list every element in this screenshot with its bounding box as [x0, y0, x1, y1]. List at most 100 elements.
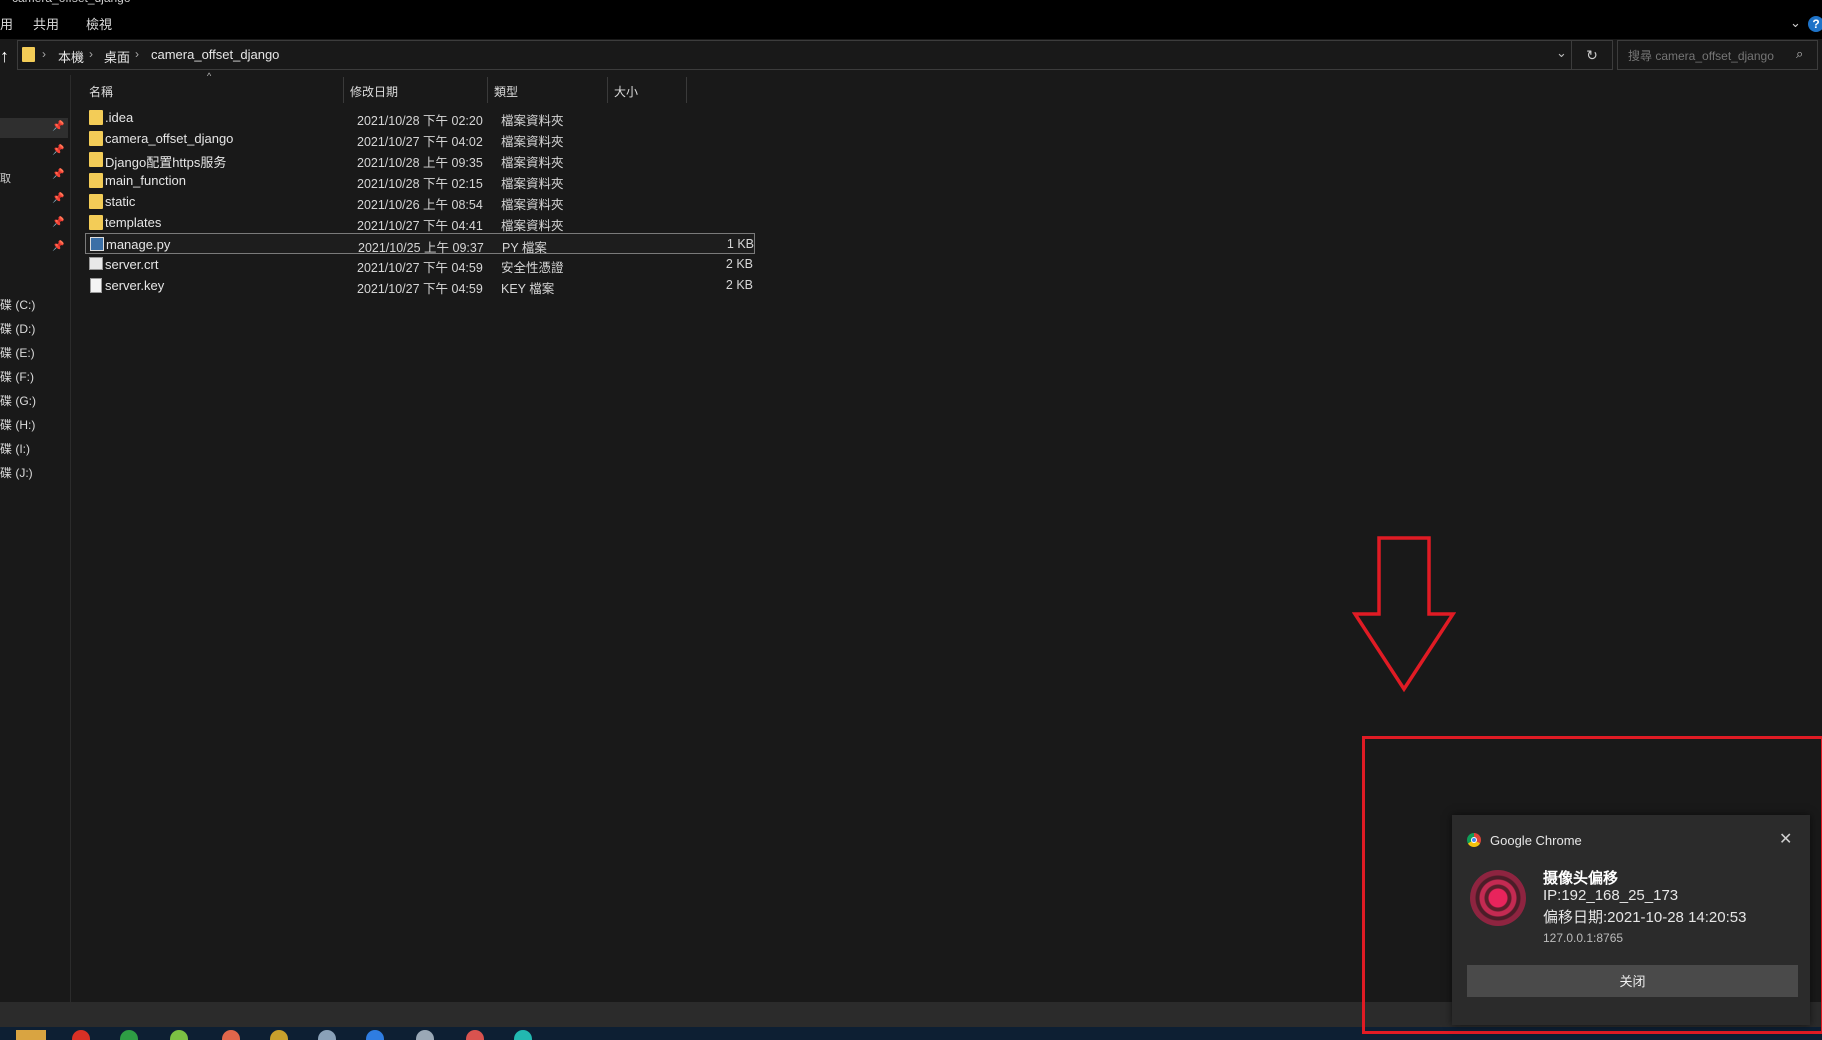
column-divider[interactable] [607, 77, 608, 103]
help-icon[interactable]: ? [1808, 16, 1822, 32]
breadcrumb-desktop[interactable]: 桌面 [104, 47, 130, 66]
file-date: 2021/10/27 下午 04:59 [357, 261, 483, 275]
search-box[interactable]: ⌕ [1617, 40, 1818, 70]
column-divider[interactable] [487, 77, 488, 103]
title-bar: camera_offset_django [0, 0, 1822, 7]
app-taskbar-icon[interactable] [72, 1030, 90, 1040]
file-date: 2021/10/27 下午 04:59 [357, 282, 483, 296]
chevron-right-icon: › [89, 47, 93, 61]
app-taskbar-icon[interactable] [416, 1030, 434, 1040]
file-type: 檔案資料夾 [501, 177, 564, 191]
file-date: 2021/10/28 下午 02:15 [357, 177, 483, 191]
tab-view[interactable]: 檢視 [86, 14, 112, 33]
pin-icon: 📌 [52, 145, 65, 156]
close-button[interactable]: 关闭 [1467, 965, 1798, 997]
file-row[interactable]: camera_offset_django 2021/10/27 下午 04:02… [85, 128, 755, 149]
refresh-icon[interactable]: ↻ [1571, 41, 1612, 69]
quick-access-label[interactable]: 取 [0, 170, 11, 186]
ribbon: 用 共用 檢視 ⌄ ? [0, 7, 1822, 39]
file-row[interactable]: server.crt 2021/10/27 下午 04:59 安全性憑證 2 K… [85, 254, 755, 275]
tab-partial[interactable]: 用 [0, 14, 13, 33]
nav-drive-h[interactable]: 碟 (H:) [0, 416, 35, 433]
notification-origin: 127.0.0.1:8765 [1543, 931, 1624, 945]
nav-drive-e[interactable]: 碟 (E:) [0, 344, 35, 361]
close-icon[interactable]: ✕ [1779, 829, 1792, 849]
file-explorer-taskbar-icon[interactable] [16, 1030, 46, 1040]
search-input[interactable] [1626, 46, 1790, 66]
certificate-file-icon [89, 257, 103, 270]
folder-icon [22, 47, 35, 62]
nav-drive-g[interactable]: 碟 (G:) [0, 392, 36, 409]
down-arrow-annotation-icon [1352, 536, 1456, 693]
key-file-icon [90, 278, 102, 293]
folder-icon [89, 152, 103, 167]
file-name: Django配置https服务 [105, 155, 227, 170]
file-type: 檔案資料夾 [501, 135, 564, 149]
pin-icon: 📌 [52, 121, 65, 132]
file-name: static [105, 194, 136, 209]
app-taskbar-icon[interactable] [170, 1030, 188, 1040]
file-name: templates [105, 215, 162, 230]
pin-icon: 📌 [52, 169, 65, 180]
folder-icon [89, 215, 103, 230]
nav-drive-c[interactable]: 碟 (C:) [0, 296, 35, 313]
file-type: 檔案資料夾 [501, 198, 564, 212]
app-taskbar-icon[interactable] [366, 1030, 384, 1040]
file-size: 2 KB [725, 257, 753, 271]
nav-drive-j[interactable]: 碟 (J:) [0, 464, 33, 481]
window-title: camera_offset_django [12, 0, 131, 5]
tab-share[interactable]: 共用 [33, 14, 59, 33]
nav-drive-i[interactable]: 碟 (I:) [0, 440, 30, 457]
pin-icon: 📌 [52, 193, 65, 204]
chrome-notification[interactable]: Google Chrome ✕ 摄像头偏移 IP:192_168_25_173 … [1452, 815, 1810, 1025]
nav-drive-d[interactable]: 碟 (D:) [0, 320, 35, 337]
chevron-right-icon: › [42, 47, 46, 61]
column-header-name[interactable]: 名稱 [89, 81, 113, 103]
up-arrow-icon[interactable]: ↑ [0, 45, 14, 67]
notification-body-ip: IP:192_168_25_173 [1543, 887, 1679, 904]
file-date: 2021/10/27 下午 04:02 [357, 135, 483, 149]
notification-app-name: Google Chrome [1490, 833, 1582, 848]
file-row[interactable]: templates 2021/10/27 下午 04:41 檔案資料夾 [85, 212, 755, 233]
file-name: main_function [105, 173, 186, 188]
notification-image [1470, 870, 1526, 926]
search-icon[interactable]: ⌕ [1796, 46, 1803, 62]
file-row[interactable]: server.key 2021/10/27 下午 04:59 KEY 檔案 2 … [85, 275, 755, 296]
file-date: 2021/10/28 下午 02:20 [357, 114, 483, 128]
app-taskbar-icon[interactable] [466, 1030, 484, 1040]
chevron-down-icon[interactable]: ⌄ [1556, 45, 1567, 61]
file-name: camera_offset_django [105, 131, 234, 146]
file-row[interactable]: Django配置https服务 2021/10/28 上午 09:35 檔案資料… [85, 149, 755, 170]
file-date: 2021/10/28 上午 09:35 [357, 156, 483, 170]
sort-ascending-icon: ^ [207, 71, 212, 81]
folder-icon [89, 131, 103, 146]
pin-icon: 📌 [52, 241, 65, 252]
app-taskbar-icon[interactable] [318, 1030, 336, 1040]
file-type: 檔案資料夾 [501, 114, 564, 128]
file-type: 安全性憑證 [501, 261, 564, 275]
file-row[interactable]: static 2021/10/26 上午 08:54 檔案資料夾 [85, 191, 755, 212]
file-row-selected[interactable]: manage.py 2021/10/25 上午 09:37 PY 檔案 1 KB [85, 233, 755, 255]
address-bar[interactable]: › 本機 › 桌面 › camera_offset_django ⌄ ↻ [17, 40, 1613, 70]
breadcrumb-this-pc[interactable]: 本機 [58, 47, 84, 66]
file-row[interactable]: .idea 2021/10/28 下午 02:20 檔案資料夾 [85, 107, 755, 128]
folder-icon [89, 194, 103, 209]
app-taskbar-icon[interactable] [514, 1030, 532, 1040]
app-taskbar-icon[interactable] [270, 1030, 288, 1040]
column-header-type[interactable]: 類型 [494, 81, 518, 103]
ribbon-expand-icon[interactable]: ⌄ [1790, 15, 1801, 31]
column-header-size[interactable]: 大小 [614, 81, 638, 103]
file-name: server.crt [105, 257, 159, 272]
app-taskbar-icon[interactable] [222, 1030, 240, 1040]
file-size: 1 KB [726, 237, 754, 251]
breadcrumb-current-folder[interactable]: camera_offset_django [151, 47, 279, 62]
python-file-icon [90, 237, 104, 251]
nav-drive-f[interactable]: 碟 (F:) [0, 368, 34, 385]
pin-icon: 📌 [52, 217, 65, 228]
column-divider[interactable] [686, 77, 687, 103]
file-row[interactable]: main_function 2021/10/28 下午 02:15 檔案資料夾 [85, 170, 755, 191]
file-date: 2021/10/26 上午 08:54 [357, 198, 483, 212]
column-header-date[interactable]: 修改日期 [350, 81, 398, 103]
app-taskbar-icon[interactable] [120, 1030, 138, 1040]
column-divider[interactable] [343, 77, 344, 103]
